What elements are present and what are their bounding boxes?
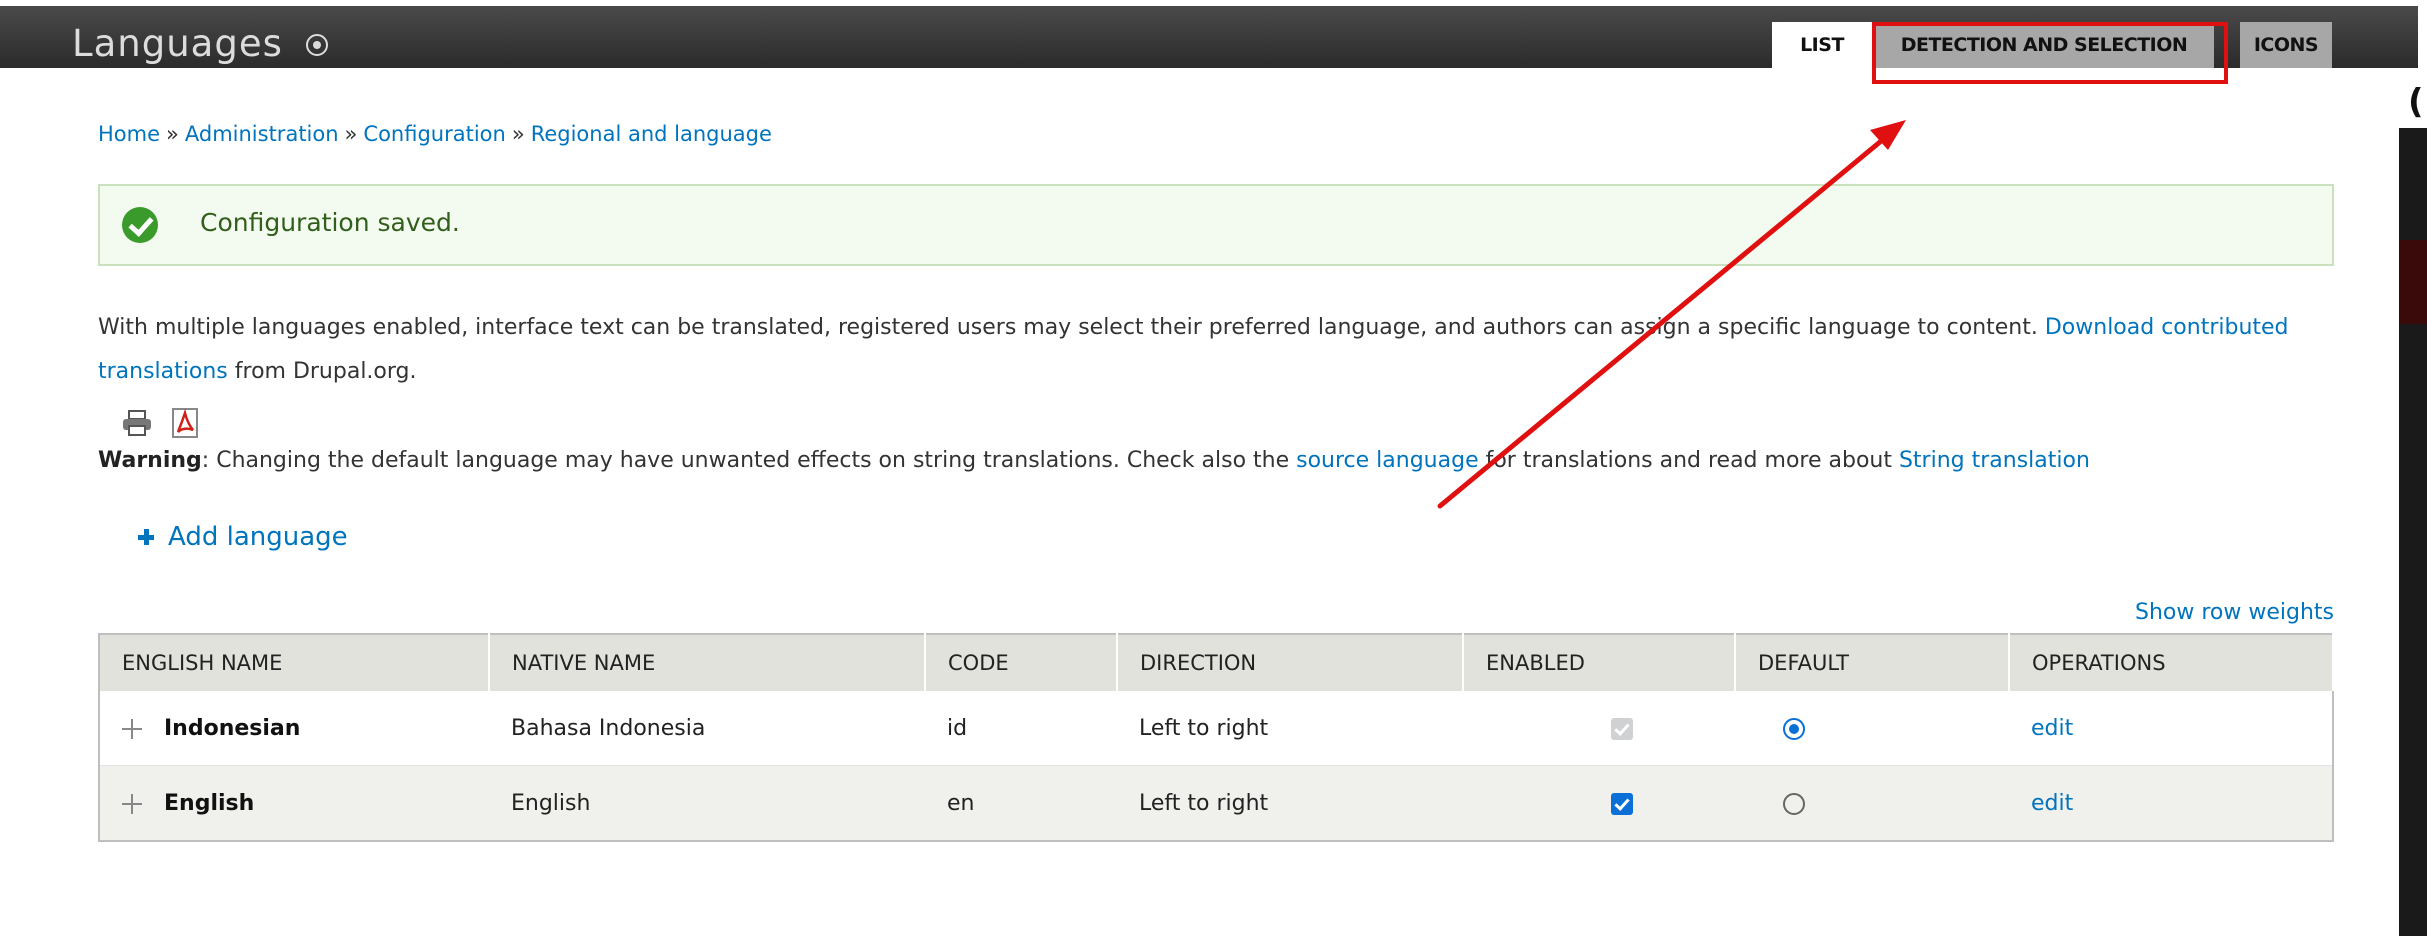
english-name-cell: Indonesian bbox=[99, 691, 489, 766]
show-row-weights-link[interactable]: Show row weights bbox=[2135, 600, 2334, 625]
english-name: English bbox=[164, 790, 255, 816]
breadcrumb-regional-and-language[interactable]: Regional and language bbox=[531, 122, 772, 146]
default-cell bbox=[1735, 765, 2009, 841]
language-code: en bbox=[925, 765, 1117, 841]
default-radio[interactable] bbox=[1783, 792, 1805, 815]
annotation-highlight-box bbox=[1872, 22, 2228, 84]
enabled-checkbox[interactable] bbox=[1611, 792, 1633, 815]
drag-handle-icon[interactable] bbox=[122, 718, 142, 739]
column-header-english-name: ENGLISH NAME bbox=[99, 634, 490, 691]
column-header-enabled: ENABLED bbox=[1463, 634, 1736, 691]
description-text-end: from Drupal.org. bbox=[227, 359, 417, 384]
breadcrumb: Home» Administration» Configuration» Region… bbox=[98, 122, 772, 146]
breadcrumb-home[interactable]: Home bbox=[98, 122, 160, 146]
edit-link[interactable]: edit bbox=[2031, 716, 2073, 741]
description-text: With multiple languages enabled, interfa… bbox=[98, 315, 2045, 340]
add-language-label: Add language bbox=[168, 522, 348, 552]
column-header-direction: DIRECTION bbox=[1117, 634, 1464, 691]
status-message: Configuration saved. bbox=[98, 184, 2334, 266]
warning-text: Warning: Changing the default language m… bbox=[98, 448, 2348, 473]
enabled-cell bbox=[1463, 765, 1735, 841]
tab-icons[interactable]: ICONS bbox=[2240, 22, 2332, 68]
table-row: Indonesian Bahasa Indonesia id Left to r… bbox=[99, 691, 2333, 766]
page-title: Languages bbox=[72, 22, 283, 65]
native-name: Bahasa Indonesia bbox=[489, 691, 925, 766]
table-header-row: ENGLISH NAME NATIVE NAME CODE DIRECTION … bbox=[99, 634, 2334, 691]
plus-icon bbox=[138, 529, 154, 545]
english-name: Indonesian bbox=[164, 715, 301, 741]
default-cell bbox=[1735, 691, 2009, 766]
column-header-operations: OPERATIONS bbox=[2009, 634, 2334, 691]
add-language-button[interactable]: Add language bbox=[138, 522, 348, 552]
warning-text-2: for translations and read more about bbox=[1478, 448, 1899, 473]
languages-table: ENGLISH NAME NATIVE NAME CODE DIRECTION … bbox=[98, 633, 2334, 842]
column-header-code: CODE bbox=[925, 634, 1118, 691]
column-header-native-name: NATIVE NAME bbox=[489, 634, 926, 691]
direction: Left to right bbox=[1117, 765, 1463, 841]
operations-cell: edit bbox=[2009, 765, 2333, 841]
breadcrumb-configuration[interactable]: Configuration bbox=[363, 122, 505, 146]
enabled-checkbox[interactable] bbox=[1611, 717, 1633, 740]
english-name-cell: English bbox=[99, 765, 489, 841]
pdf-icon[interactable] bbox=[172, 408, 198, 438]
breadcrumb-separator: » bbox=[166, 122, 179, 146]
breadcrumb-separator: » bbox=[344, 122, 358, 146]
right-edge-panel bbox=[2399, 128, 2427, 936]
tab-list[interactable]: LIST bbox=[1772, 22, 1872, 68]
warning-text-1: : Changing the default language may have… bbox=[201, 448, 1297, 473]
status-message-text: Configuration saved. bbox=[200, 208, 460, 237]
print-icon[interactable] bbox=[122, 410, 152, 436]
source-language-link[interactable]: source language bbox=[1296, 448, 1478, 473]
cursor-glyph: ( bbox=[2408, 82, 2424, 122]
edit-link[interactable]: edit bbox=[2031, 791, 2073, 816]
add-shortcut-icon[interactable] bbox=[306, 34, 328, 56]
operations-cell: edit bbox=[2009, 691, 2333, 766]
direction: Left to right bbox=[1117, 691, 1463, 766]
warning-label: Warning bbox=[98, 448, 202, 473]
breadcrumb-administration[interactable]: Administration bbox=[185, 122, 339, 146]
language-code: id bbox=[925, 691, 1117, 766]
check-circle-icon bbox=[122, 207, 158, 243]
default-radio[interactable] bbox=[1783, 717, 1805, 740]
string-translation-link[interactable]: String translation bbox=[1899, 448, 2090, 473]
enabled-cell bbox=[1463, 691, 1735, 766]
native-name: English bbox=[489, 765, 925, 841]
column-header-default: DEFAULT bbox=[1735, 634, 2010, 691]
breadcrumb-separator: » bbox=[511, 122, 525, 146]
drag-handle-icon[interactable] bbox=[122, 793, 142, 814]
page-description: With multiple languages enabled, interfa… bbox=[98, 306, 2348, 394]
table-row: English English en Left to right edit bbox=[99, 765, 2333, 841]
